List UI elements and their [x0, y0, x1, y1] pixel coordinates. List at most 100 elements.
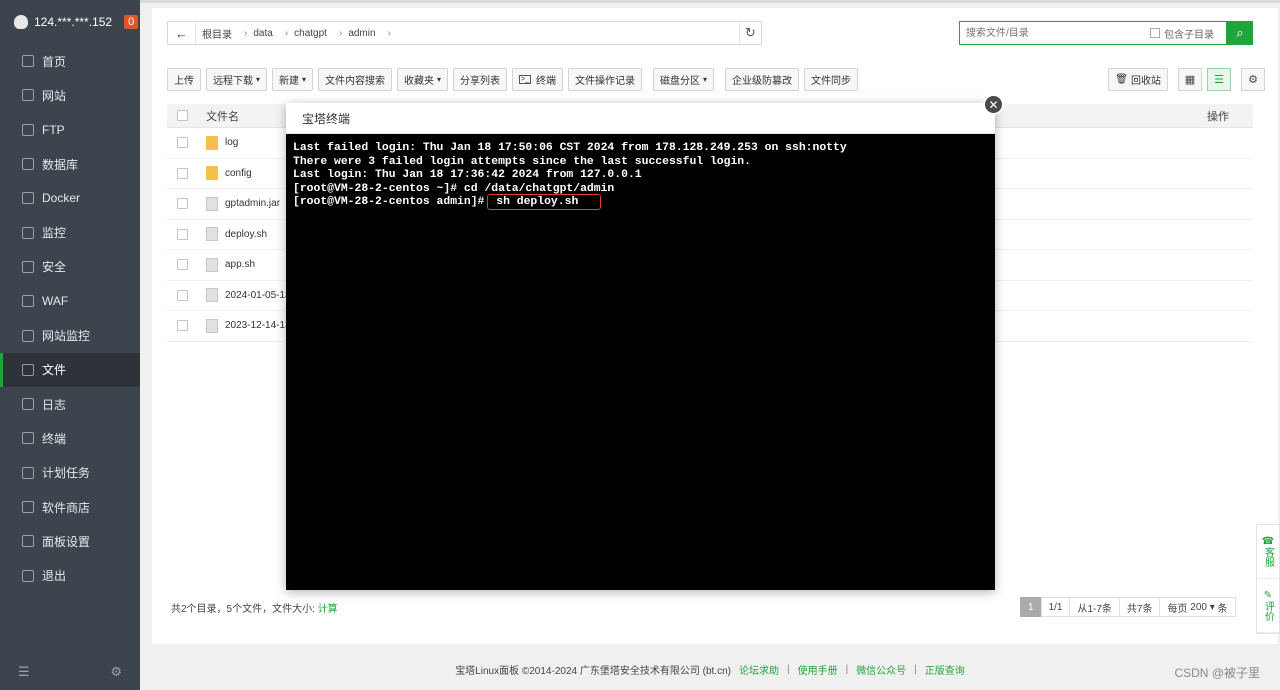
chevron-right-icon: ›	[244, 27, 248, 39]
breadcrumb-segment: chatgpt ›	[294, 28, 342, 39]
ftp-icon	[22, 123, 34, 136]
tamper-proof-button[interactable]: 企业级防篡改	[725, 68, 800, 91]
file-sync-button[interactable]: 文件同步	[804, 68, 859, 91]
collapse-menu-icon[interactable]: ☰	[18, 664, 30, 680]
share-list-label: 分享列表	[460, 76, 501, 87]
terminal-line: [root@VM-28-2-centos ~]# cd /data/chatgp…	[293, 182, 615, 195]
row-checkbox[interactable]	[177, 259, 188, 271]
footer-license-link[interactable]: 正版查询	[925, 662, 965, 677]
summary-text: 共2个目录，5个文件，文件大小:	[171, 604, 315, 615]
terminal-label: 终端	[536, 76, 557, 87]
sidebar-item-8[interactable]: 网站监控	[0, 318, 140, 352]
calc-size-link[interactable]: 计算	[318, 604, 338, 615]
remote-download-button[interactable]: 远程下载 ▾	[206, 68, 268, 91]
sidebar-item-9[interactable]: 文件	[0, 352, 140, 387]
sidebar-item-label: 文件	[42, 363, 67, 378]
favorites-label: 收藏夹	[404, 76, 435, 87]
footer-manual-link[interactable]: 使用手册	[798, 662, 838, 677]
list-view-icon[interactable]: ☰	[1207, 68, 1231, 91]
sidebar-item-5[interactable]: 监控	[0, 215, 140, 249]
chevron-right-icon: ›	[338, 27, 343, 39]
chart-icon	[22, 329, 34, 342]
file-name[interactable]: log	[225, 137, 238, 148]
file-name[interactable]: gptadmin.jar	[225, 198, 280, 209]
sidebar-item-4[interactable]: Docker	[0, 181, 140, 215]
share-list-button[interactable]: 分享列表	[453, 68, 508, 91]
sidebar-item-1[interactable]: 网站	[0, 78, 140, 112]
path-bar: ← 根目录 › data › chatgpt › admin › ↻	[167, 21, 762, 45]
terminal-screen[interactable]: Last failed login: Thu Jan 18 17:50:06 C…	[286, 134, 995, 218]
file-name[interactable]: config	[225, 168, 252, 179]
col-filename[interactable]: 文件名	[206, 108, 239, 124]
pagination: 1 1/1 从1-7条 共7条 每页 200 ▾ 条	[1020, 597, 1236, 617]
terminal-icon	[22, 432, 34, 445]
search-button[interactable]: ⌕	[1227, 21, 1253, 45]
breadcrumb-data[interactable]: data	[253, 28, 272, 39]
feedback-label: 评价	[1262, 601, 1274, 621]
sidebar-item-label: 网站	[42, 88, 67, 103]
feedback-tab[interactable]: ✎ 评价	[1257, 579, 1279, 633]
file-toolbar: 上传 远程下载 ▾ 新建 ▾ 文件内容搜索 收藏夹 ▾ 分享列表 >_ 终端 文件操作记…	[167, 68, 863, 91]
disk-partition-button[interactable]: 磁盘分区 ▾	[653, 68, 715, 91]
sidebar-item-7[interactable]: WAF	[0, 284, 140, 318]
terminal-line: Last failed login: Thu Jan 18 17:50:06 C…	[293, 142, 847, 154]
sidebar-item-0[interactable]: 首页	[0, 44, 140, 78]
sidebar-item-11[interactable]: 终端	[0, 421, 140, 455]
footer-forum-link[interactable]: 论坛求助	[739, 662, 779, 677]
row-checkbox[interactable]	[177, 320, 188, 332]
sidebar-item-13[interactable]: 软件商店	[0, 490, 140, 524]
sidebar-item-12[interactable]: 计划任务	[0, 456, 140, 490]
row-checkbox[interactable]	[177, 137, 188, 149]
file-name[interactable]: 2023-12-14-13	[225, 320, 291, 331]
file-name[interactable]: app.sh	[225, 259, 255, 270]
sidebar-item-label: FTP	[42, 122, 65, 137]
refresh-icon[interactable]: ↻	[739, 22, 761, 44]
sidebar-item-14[interactable]: 面板设置	[0, 524, 140, 558]
page-current[interactable]: 1	[1020, 597, 1042, 617]
back-arrow-icon[interactable]: ←	[168, 22, 196, 44]
file-name[interactable]: deploy.sh	[225, 229, 267, 240]
upload-button[interactable]: 上传	[167, 68, 201, 91]
terminal-icon: >_	[519, 75, 532, 84]
search-input[interactable]	[960, 23, 1150, 43]
terminal-button[interactable]: >_ 终端	[512, 68, 564, 91]
sync-label: 文件同步	[811, 76, 852, 87]
breadcrumb-chatgpt[interactable]: chatgpt	[294, 28, 327, 39]
grid-view-icon[interactable]: ▦	[1178, 68, 1202, 91]
close-icon[interactable]: ✕	[983, 94, 1004, 115]
content-search-button[interactable]: 文件内容搜索	[318, 68, 393, 91]
breadcrumb-segment: data ›	[253, 28, 288, 39]
acorn-logo-icon	[14, 15, 28, 29]
breadcrumb-root[interactable]: 根目录	[202, 26, 232, 41]
sidebar-item-label: 安全	[42, 260, 67, 275]
file-name[interactable]: 2024-01-05-13	[225, 290, 291, 301]
new-button[interactable]: 新建 ▾	[272, 68, 314, 91]
row-checkbox[interactable]	[177, 289, 188, 301]
sidebar-bottom: ☰ ⚙	[18, 664, 122, 680]
customer-service-tab[interactable]: ☎ 客服	[1257, 525, 1279, 579]
recycle-bin-button[interactable]: 🗑 回收站	[1108, 68, 1168, 91]
sidebar-item-label: WAF	[42, 294, 69, 309]
favorites-button[interactable]: 收藏夹 ▾	[397, 68, 449, 91]
sidebar-item-15[interactable]: 退出	[0, 558, 140, 592]
footer-wechat-link[interactable]: 微信公众号	[856, 662, 906, 677]
notification-badge[interactable]: 0	[124, 15, 139, 29]
op-log-button[interactable]: 文件操作记录	[568, 68, 643, 91]
settings-gear-icon[interactable]: ⚙	[110, 664, 122, 680]
include-subdir-checkbox[interactable]: 包含子目录	[1150, 26, 1214, 41]
breadcrumb-admin[interactable]: admin	[348, 28, 375, 39]
sidebar-item-2[interactable]: FTP	[0, 113, 140, 147]
sidebar-item-6[interactable]: 安全	[0, 250, 140, 284]
row-checkbox[interactable]	[177, 167, 188, 179]
select-all-checkbox[interactable]	[177, 110, 188, 121]
page-total: 1/1	[1040, 597, 1071, 617]
server-brand[interactable]: 124.***.***.152 0	[0, 0, 140, 44]
settings-icon[interactable]: ⚙	[1241, 68, 1265, 91]
sidebar-item-3[interactable]: 数据库	[0, 147, 140, 181]
logout-icon	[22, 569, 34, 582]
sidebar-item-10[interactable]: 日志	[0, 387, 140, 421]
per-page-select[interactable]: 每页 200 ▾ 条	[1159, 597, 1236, 617]
row-checkbox[interactable]	[177, 228, 188, 240]
row-checkbox[interactable]	[177, 198, 188, 210]
terminal-prompt-line: [root@VM-28-2-centos admin]# sh deploy.s…	[293, 194, 988, 211]
